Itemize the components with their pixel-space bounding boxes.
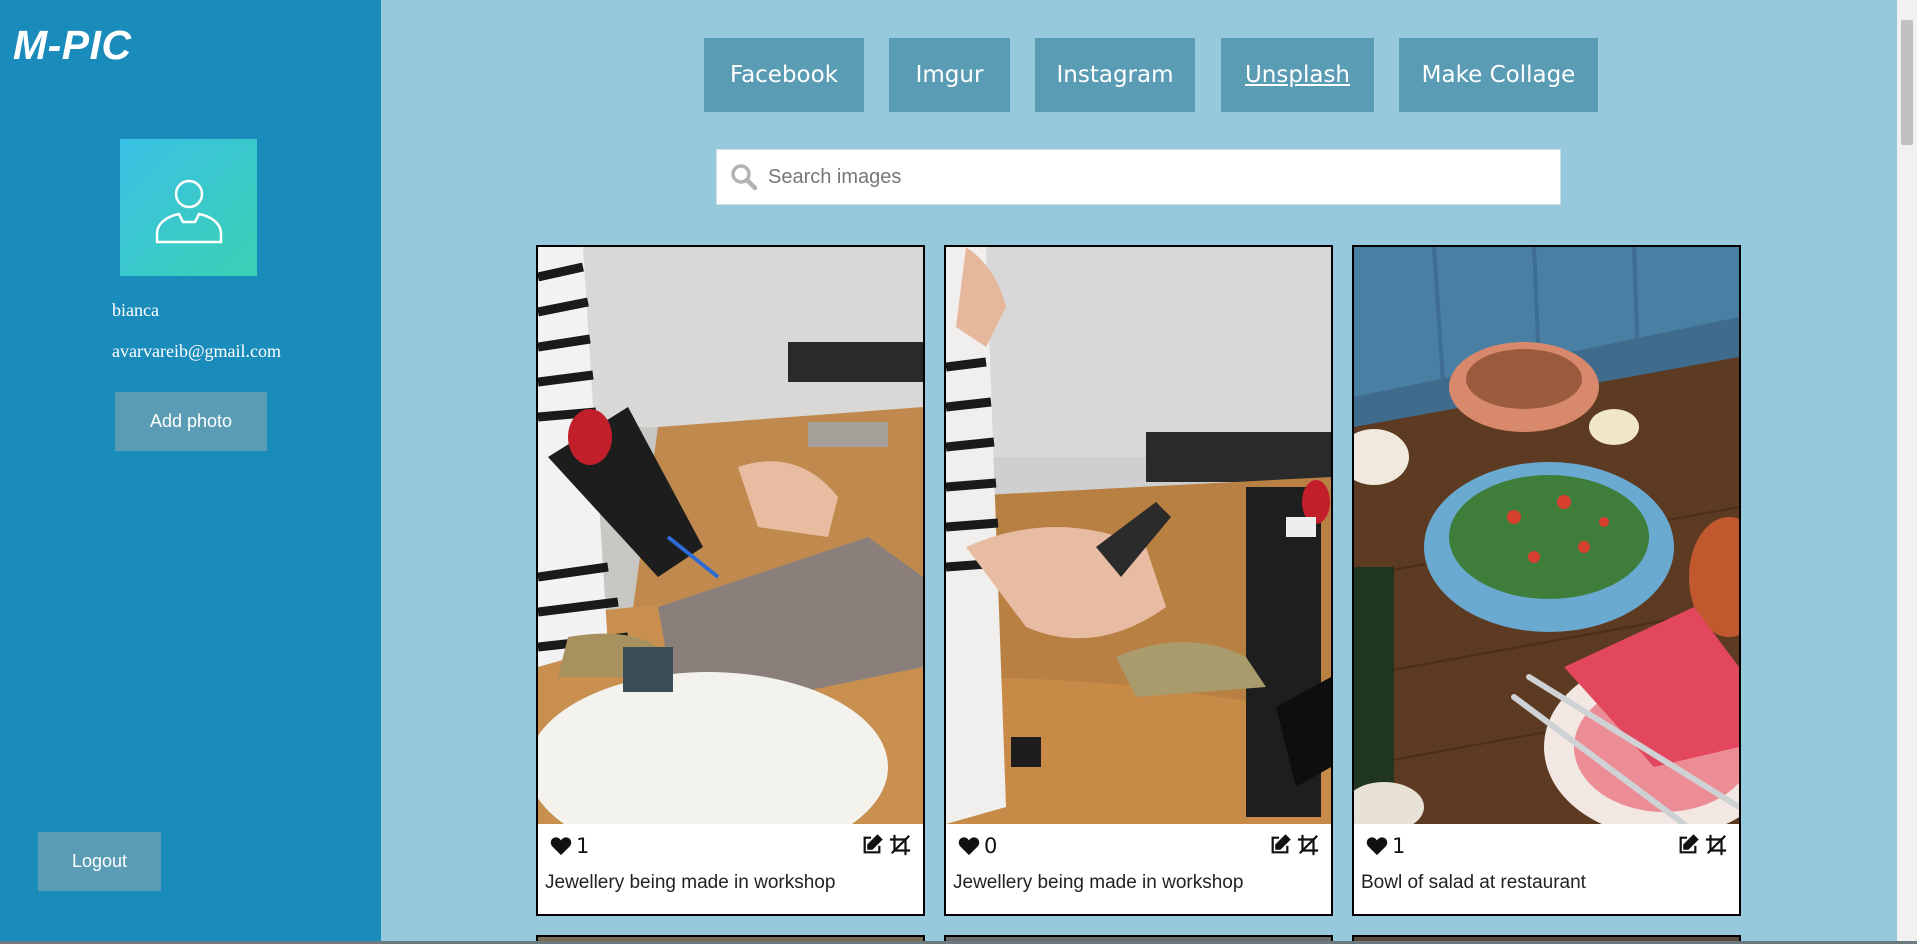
nav-facebook-button[interactable]: Facebook [704, 38, 864, 112]
add-photo-button[interactable]: Add photo [115, 392, 267, 451]
search-icon [730, 162, 760, 192]
card-caption: Jewellery being made in workshop [953, 872, 1244, 893]
like-counter[interactable]: 1 [1366, 834, 1405, 858]
user-outline-icon [155, 179, 222, 243]
salad-restaurant-photo[interactable] [1354, 247, 1739, 824]
card-caption: Jewellery being made in workshop [545, 872, 836, 893]
edit-icon[interactable] [861, 834, 883, 856]
crop-icon[interactable] [889, 834, 911, 856]
card-caption: Bowl of salad at restaurant [1361, 872, 1586, 893]
edit-icon[interactable] [1269, 834, 1291, 856]
like-count: 1 [1392, 834, 1406, 858]
card-meta: 0 Jewellery being made in workshop [946, 824, 1331, 914]
heart-icon [1366, 837, 1388, 856]
nav-instagram-button[interactable]: Instagram [1035, 38, 1195, 112]
jewellery-soldering-photo[interactable] [538, 247, 923, 824]
avatar [120, 139, 257, 276]
like-count: 1 [576, 834, 590, 858]
card-meta: 1 Jewellery being made in workshop [538, 824, 923, 914]
like-counter[interactable]: 0 [958, 834, 997, 858]
search-input[interactable] [768, 150, 1560, 204]
nav-imgur-button[interactable]: Imgur [889, 38, 1010, 112]
sidebar: M-PIC bianca avarvareib@gmail.com Add ph… [0, 0, 381, 944]
image-card: 1 Jewellery being made in workshop [536, 245, 925, 916]
heart-icon [958, 837, 980, 856]
card-actions [861, 834, 911, 856]
card-meta: 1 Bowl of salad at restaurant [1354, 824, 1739, 914]
image-card: 0 Jewellery being made in workshop [944, 245, 1333, 916]
like-count: 0 [984, 834, 998, 858]
card-actions [1269, 834, 1319, 856]
jewellery-pliers-photo[interactable] [946, 247, 1331, 824]
logout-button[interactable]: Logout [38, 832, 161, 891]
make-collage-button[interactable]: Make Collage [1399, 38, 1598, 112]
image-card: 1 Bowl of salad at restaurant [1352, 245, 1741, 916]
edit-icon[interactable] [1677, 834, 1699, 856]
like-counter[interactable]: 1 [550, 834, 589, 858]
user-name: bianca [112, 300, 159, 320]
scrollbar-thumb[interactable] [1901, 20, 1913, 145]
crop-icon[interactable] [1297, 834, 1319, 856]
search-bar [716, 149, 1561, 205]
heart-icon [550, 837, 572, 856]
user-email: avarvareib@gmail.com [112, 341, 282, 361]
nav-unsplash-button[interactable]: Unsplash [1221, 38, 1374, 112]
card-actions [1677, 834, 1727, 856]
crop-icon[interactable] [1705, 834, 1727, 856]
page-scrollbar[interactable] [1897, 0, 1917, 944]
app-logo: M-PIC [13, 22, 132, 68]
